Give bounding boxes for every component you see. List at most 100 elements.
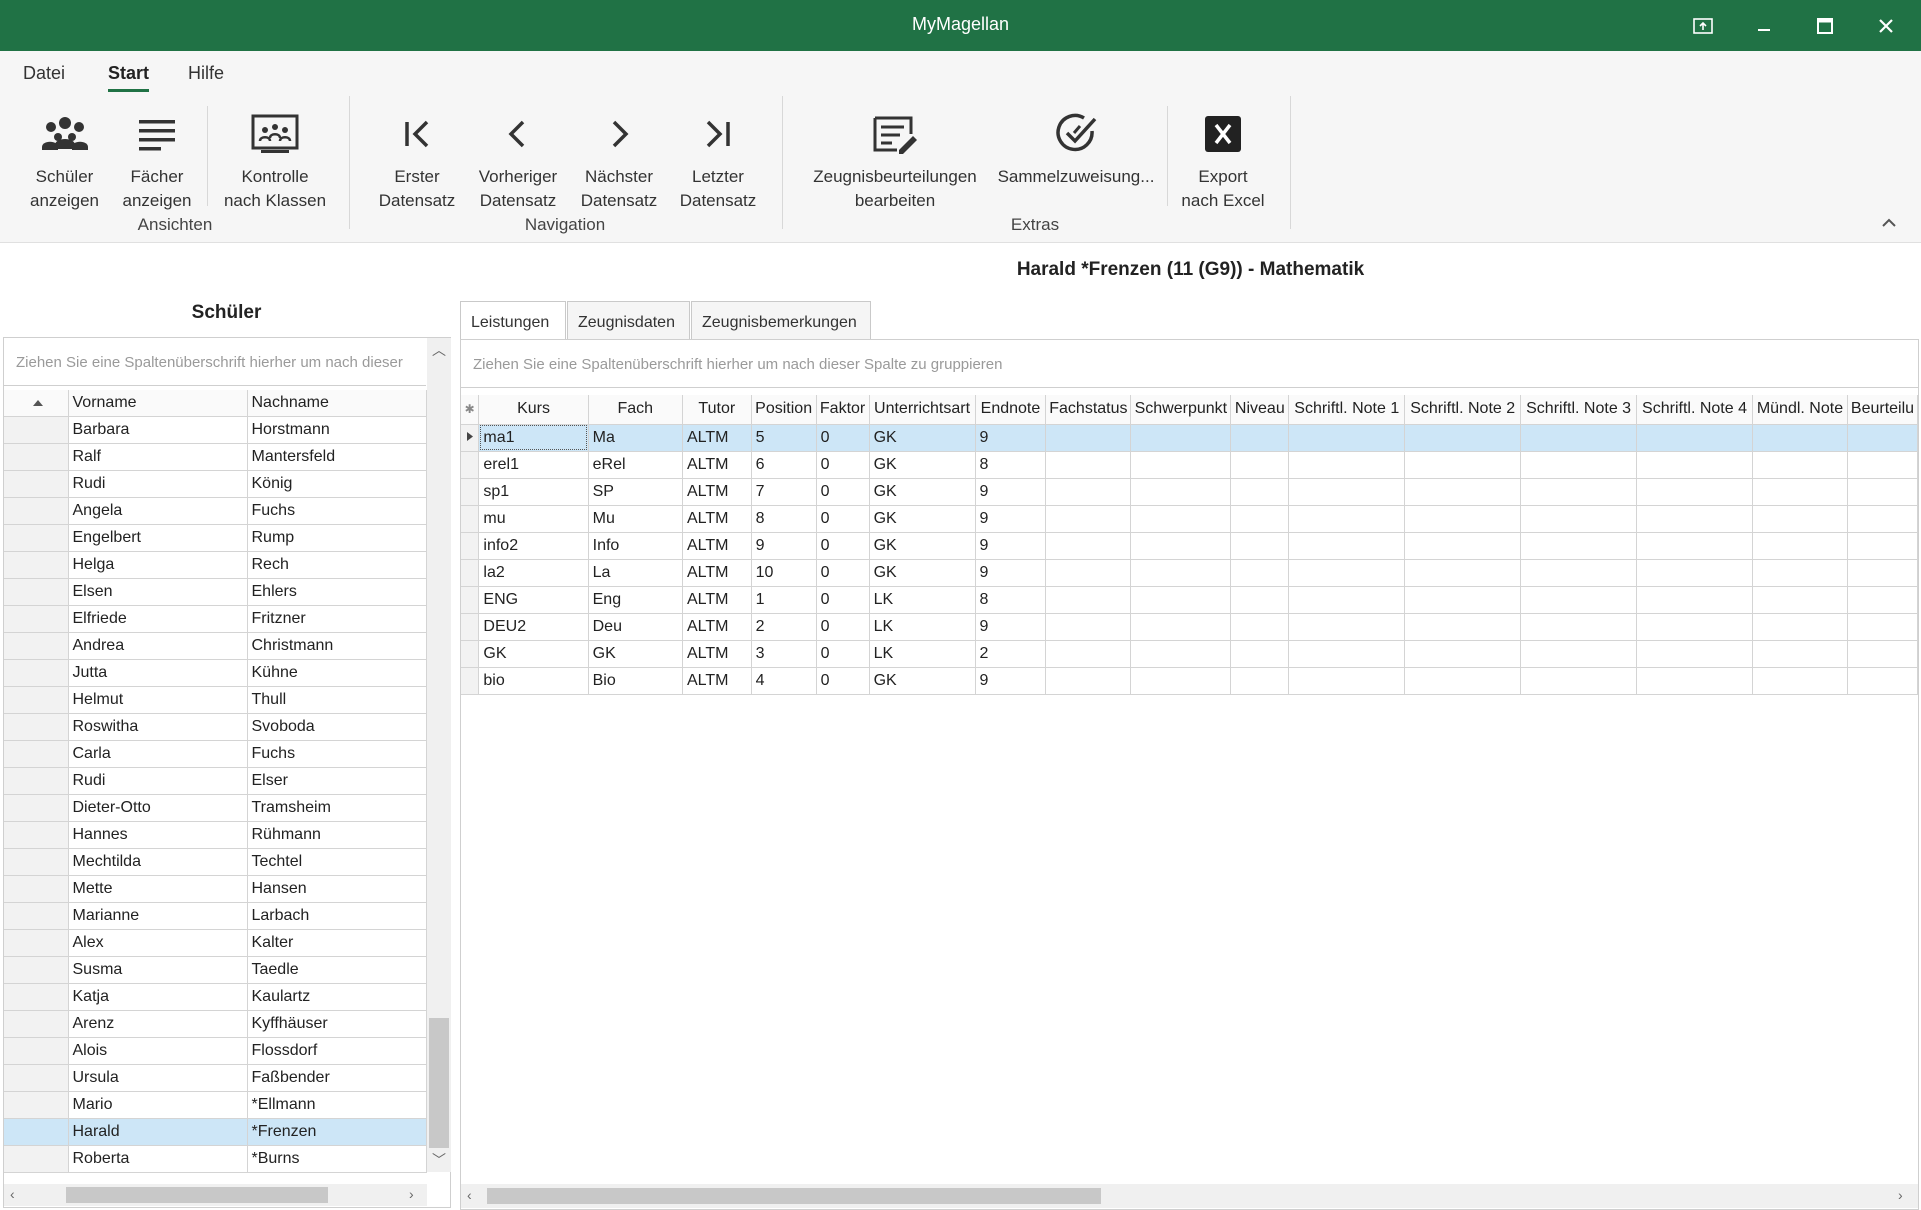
- grade-row[interactable]: mu Mu ALTM 8 0 GK 9: [461, 505, 1919, 533]
- cell-kurs[interactable]: DEU2: [478, 613, 589, 641]
- cell-nachname[interactable]: *Burns: [247, 1145, 427, 1173]
- cell-niveau[interactable]: [1230, 451, 1290, 479]
- cell-nachname[interactable]: Kyffhäuser: [247, 1010, 427, 1038]
- student-row[interactable]: Marianne Larbach: [4, 902, 427, 930]
- column-header-endnote[interactable]: Endnote: [975, 395, 1047, 425]
- cell-unterrichtsart[interactable]: GK: [869, 667, 976, 695]
- cell-faktor[interactable]: 0: [816, 532, 870, 560]
- student-row[interactable]: Carla Fuchs: [4, 740, 427, 768]
- column-header-fach[interactable]: Fach: [588, 395, 683, 425]
- close-button[interactable]: [1857, 0, 1915, 51]
- cell-endnote[interactable]: 9: [975, 613, 1047, 641]
- row-indicator[interactable]: [461, 667, 480, 695]
- cell-mündl-note[interactable]: [1752, 532, 1848, 560]
- scroll-down-arrow-icon[interactable]: ﹀: [427, 1150, 451, 1170]
- row-selector[interactable]: [4, 524, 69, 552]
- cell-vorname[interactable]: Carla: [68, 740, 248, 768]
- cell-schriftl-note-3[interactable]: [1520, 613, 1638, 641]
- cell-kurs[interactable]: GK: [478, 640, 589, 668]
- cell-endnote[interactable]: 9: [975, 505, 1047, 533]
- faecher-anzeigen-button[interactable]: Fächer anzeigen: [117, 109, 197, 213]
- students-group-hint[interactable]: Ziehen Sie eine Spaltenüberschrift hierh…: [4, 338, 426, 386]
- cell-fach[interactable]: Info: [588, 532, 683, 560]
- cell-fachstatus[interactable]: [1045, 424, 1132, 452]
- cell-faktor[interactable]: 0: [816, 586, 870, 614]
- row-indicator[interactable]: [461, 586, 480, 614]
- menu-tab-datei[interactable]: Datei: [23, 63, 65, 84]
- students-horizontal-scrollbar[interactable]: ‹ ›: [4, 1184, 427, 1206]
- cell-position[interactable]: 7: [751, 478, 817, 506]
- row-indicator[interactable]: [461, 559, 480, 587]
- student-row[interactable]: Elsen Ehlers: [4, 578, 427, 606]
- column-header-faktor[interactable]: Faktor: [816, 395, 870, 425]
- cell-niveau[interactable]: [1230, 613, 1290, 641]
- cell-fach[interactable]: eRel: [588, 451, 683, 479]
- schueler-anzeigen-button[interactable]: Schüler anzeigen: [22, 109, 107, 213]
- cell-mündl-note[interactable]: [1752, 505, 1848, 533]
- grade-row[interactable]: la2 La ALTM 10 0 GK 9: [461, 559, 1919, 587]
- cell-schriftl-note-1[interactable]: [1288, 451, 1406, 479]
- cell-position[interactable]: 8: [751, 505, 817, 533]
- cell-vorname[interactable]: Ralf: [68, 443, 248, 471]
- cell-endnote[interactable]: 2: [975, 640, 1047, 668]
- cell-nachname[interactable]: Horstmann: [247, 416, 427, 444]
- cell-nachname[interactable]: Kaulartz: [247, 983, 427, 1011]
- cell-tutor[interactable]: ALTM: [682, 505, 752, 533]
- cell-tutor[interactable]: ALTM: [682, 613, 752, 641]
- cell-schwerpunkt[interactable]: [1130, 613, 1232, 641]
- cell-schriftl-note-3[interactable]: [1520, 586, 1638, 614]
- column-header-mündl-note[interactable]: Mündl. Note: [1752, 395, 1848, 425]
- cell-schriftl-note-4[interactable]: [1636, 586, 1753, 614]
- cell-beurteilu[interactable]: [1847, 586, 1919, 614]
- cell-niveau[interactable]: [1230, 586, 1290, 614]
- student-row[interactable]: Engelbert Rump: [4, 524, 427, 552]
- scrollbar-thumb[interactable]: [487, 1188, 1101, 1204]
- student-row[interactable]: Barbara Horstmann: [4, 416, 427, 444]
- row-indicator[interactable]: [461, 424, 480, 452]
- row-indicator[interactable]: [461, 640, 480, 668]
- cell-nachname[interactable]: Taedle: [247, 956, 427, 984]
- student-row[interactable]: Ralf Mantersfeld: [4, 443, 427, 471]
- row-selector[interactable]: [4, 983, 69, 1011]
- cell-vorname[interactable]: Arenz: [68, 1010, 248, 1038]
- cell-niveau[interactable]: [1230, 640, 1290, 668]
- column-header-schriftl-note-4[interactable]: Schriftl. Note 4: [1636, 395, 1753, 425]
- row-selector[interactable]: [4, 659, 69, 687]
- vorheriger-datensatz-button[interactable]: Vorheriger Datensatz: [472, 109, 564, 213]
- row-selector[interactable]: [4, 713, 69, 741]
- cell-vorname[interactable]: Engelbert: [68, 524, 248, 552]
- naechster-datensatz-button[interactable]: Nächster Datensatz: [574, 109, 664, 213]
- cell-faktor[interactable]: 0: [816, 667, 870, 695]
- column-header-schwerpunkt[interactable]: Schwerpunkt: [1130, 395, 1232, 425]
- menu-tab-start[interactable]: Start: [108, 63, 150, 92]
- cell-schwerpunkt[interactable]: [1130, 451, 1232, 479]
- cell-schriftl-note-4[interactable]: [1636, 532, 1753, 560]
- cell-schriftl-note-2[interactable]: [1404, 505, 1522, 533]
- cell-mündl-note[interactable]: [1752, 424, 1848, 452]
- cell-nachname[interactable]: Faßbender: [247, 1064, 427, 1092]
- cell-schriftl-note-3[interactable]: [1520, 667, 1638, 695]
- cell-nachname[interactable]: Kalter: [247, 929, 427, 957]
- cell-schriftl-note-1[interactable]: [1288, 505, 1406, 533]
- cell-vorname[interactable]: Rudi: [68, 767, 248, 795]
- column-header-unterrichtsart[interactable]: Unterrichtsart: [869, 395, 976, 425]
- cell-vorname[interactable]: Dieter-Otto: [68, 794, 248, 822]
- row-selector[interactable]: [4, 848, 69, 876]
- cell-vorname[interactable]: Helga: [68, 551, 248, 579]
- cell-fach[interactable]: Mu: [588, 505, 683, 533]
- student-row[interactable]: Katja Kaulartz: [4, 983, 427, 1011]
- cell-nachname[interactable]: Thull: [247, 686, 427, 714]
- scroll-left-arrow-icon[interactable]: ‹: [467, 1187, 472, 1203]
- zeugnisbeurteilungen-bearbeiten-button[interactable]: Zeugnisbeurteilungen bearbeiten: [806, 109, 984, 213]
- grades-group-hint[interactable]: Ziehen Sie eine Spaltenüberschrift hierh…: [461, 340, 1919, 388]
- cell-schriftl-note-1[interactable]: [1288, 586, 1406, 614]
- cell-nachname[interactable]: Elser: [247, 767, 427, 795]
- cell-schriftl-note-2[interactable]: [1404, 586, 1522, 614]
- cell-beurteilu[interactable]: [1847, 478, 1919, 506]
- cell-schriftl-note-3[interactable]: [1520, 532, 1638, 560]
- scrollbar-thumb[interactable]: [429, 1018, 449, 1148]
- cell-schwerpunkt[interactable]: [1130, 559, 1232, 587]
- restore-to-tray-button[interactable]: [1674, 0, 1732, 51]
- cell-mündl-note[interactable]: [1752, 613, 1848, 641]
- cell-kurs[interactable]: sp1: [478, 478, 589, 506]
